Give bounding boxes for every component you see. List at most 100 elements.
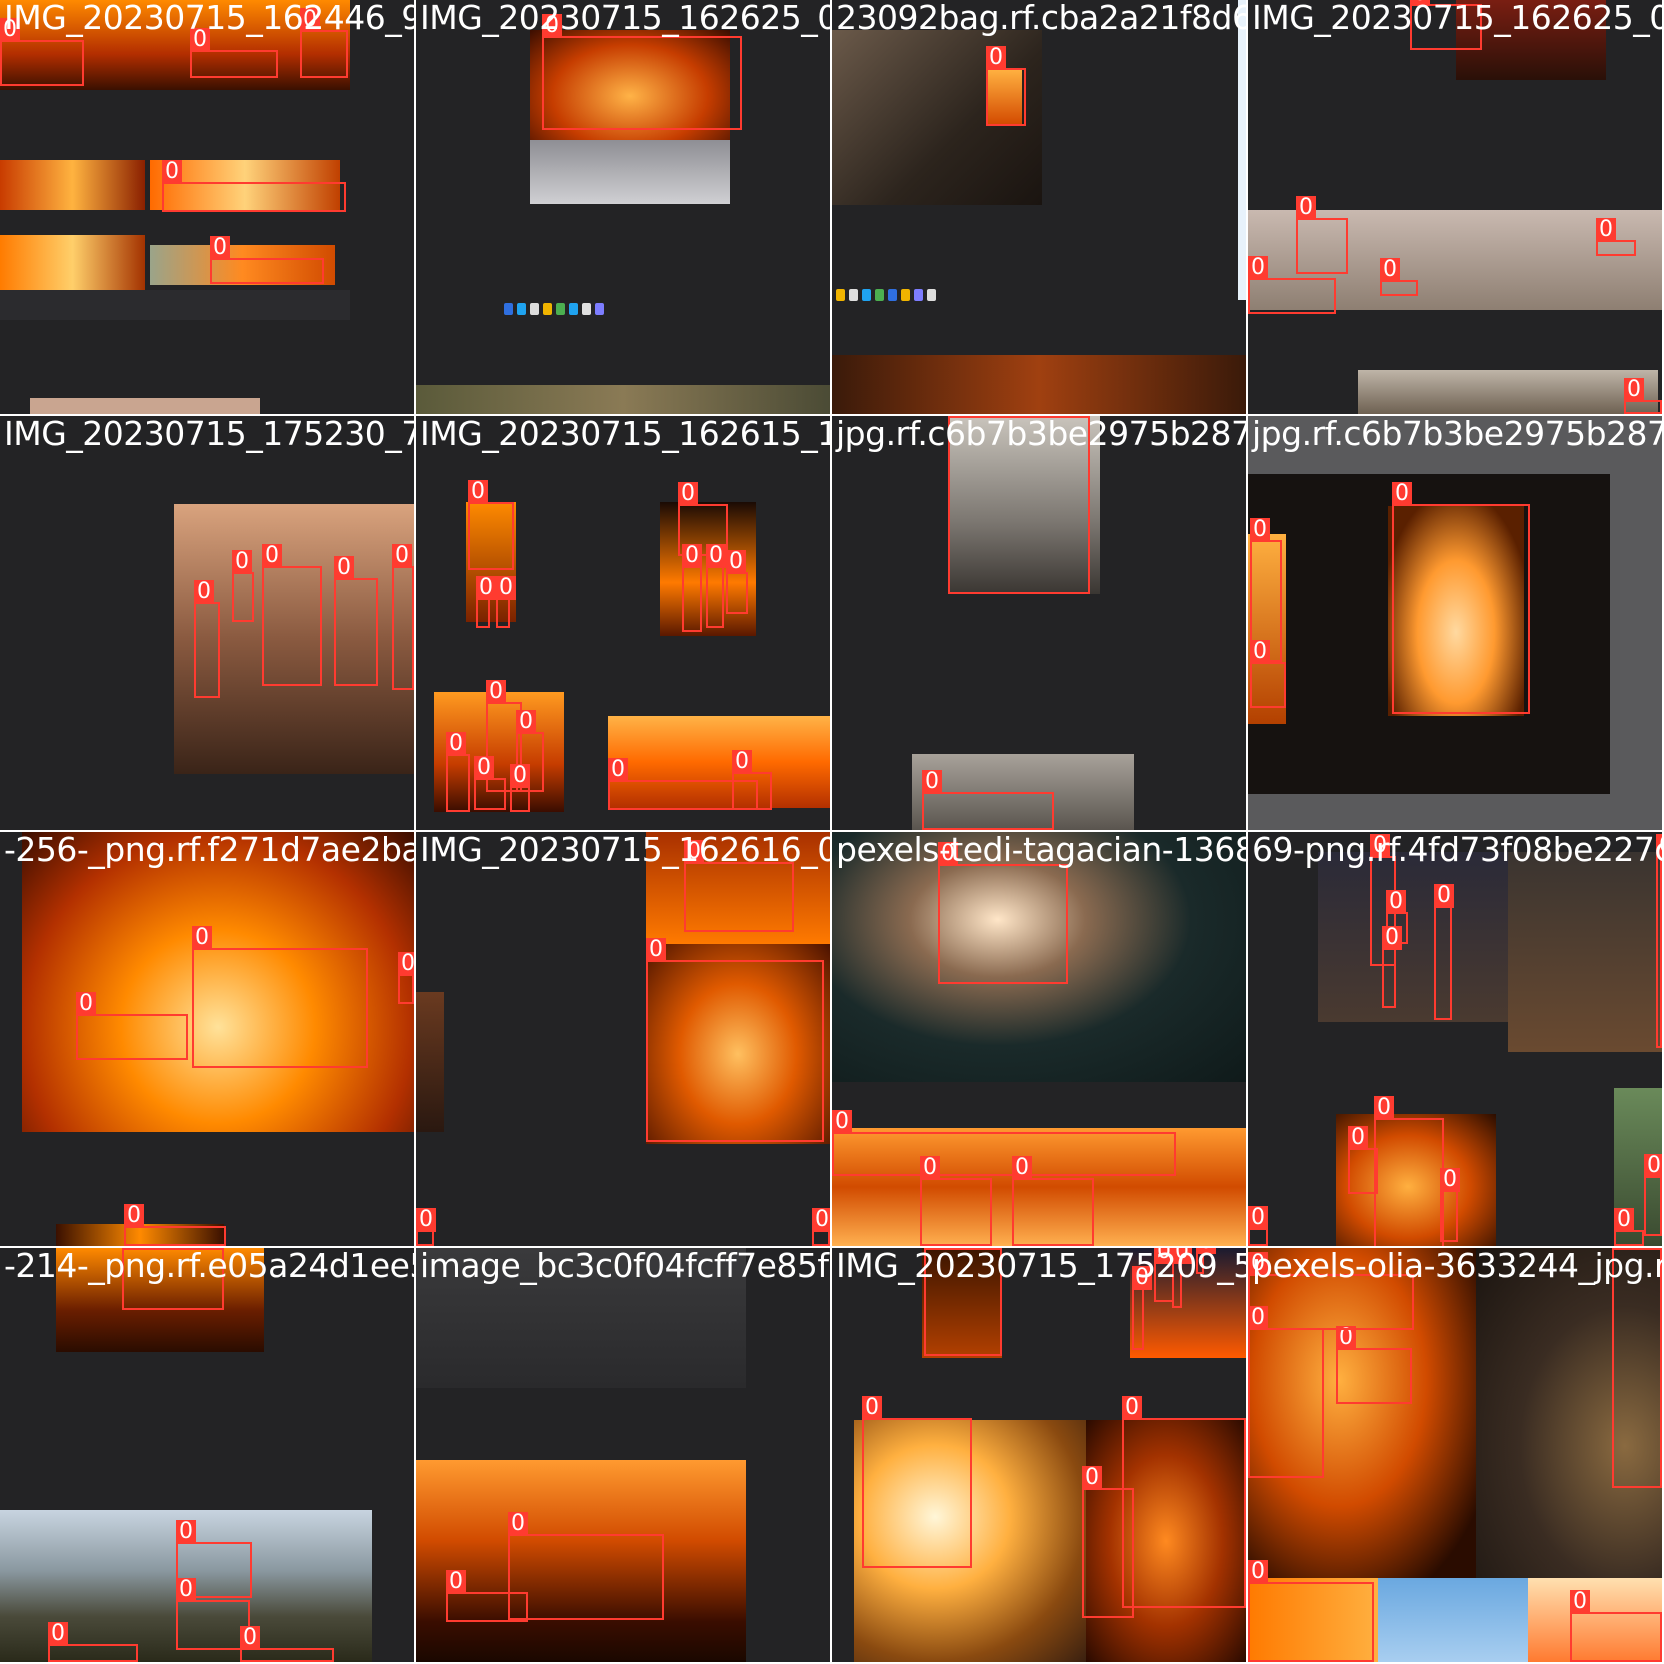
tile-10: 0 0 0 0 IMG_20230715_162616_0016_jpg xyxy=(416,832,830,1246)
bounding-box: 0 xyxy=(706,544,726,628)
bounding-box: 0 xyxy=(446,732,470,812)
tile-11: 0 0 0 0 pexels-tedi-tagacian-1368382 xyxy=(832,832,1246,1246)
bounding-box: 0 xyxy=(646,938,824,1142)
bounding-box: 0 xyxy=(1382,926,1402,1008)
bounding-box: 0 xyxy=(1374,1096,1444,1246)
bounding-box: 0 xyxy=(682,544,702,632)
tile-12: 0 0 0 0 0 0 0 0 0 0 0 69-png.rf.4fd73f08… xyxy=(1248,832,1662,1246)
bounding-box: 0 xyxy=(474,756,506,810)
tile-7: 0 0 jpg.rf.c6b7b3be2975b2873f3463190c4c6… xyxy=(832,416,1246,830)
bounding-box: 0 xyxy=(986,46,1026,126)
tile-title: -214-_png.rf.e05a24d1ee528082 xyxy=(4,1248,414,1285)
bounding-box: 0 xyxy=(726,550,748,614)
sky-photo xyxy=(1378,1578,1528,1662)
bounding-box: 0 xyxy=(812,1208,830,1246)
tile-title: IMG_20230715_175230_725 xyxy=(4,416,414,453)
bounding-box: 0 xyxy=(1644,1154,1662,1236)
bounding-box: 0 xyxy=(1440,1168,1460,1242)
bounding-box: 0 xyxy=(732,750,772,810)
bounding-box: 0 xyxy=(476,576,496,628)
landscape-photo xyxy=(416,385,830,414)
bounding-box: 0 xyxy=(862,1396,972,1568)
tile-14: 0 0 image_bc3c0f04fcff7e85fe xyxy=(416,1248,830,1662)
bounding-box: 0 xyxy=(468,480,514,570)
bounding-box: 0 xyxy=(938,842,1068,984)
bounding-box: 0 xyxy=(1122,1396,1246,1608)
bounding-box: 0 xyxy=(1624,378,1662,414)
bounding-box: 0 xyxy=(542,14,742,130)
bounding-box: 0 xyxy=(0,18,84,86)
bounding-box: 0 xyxy=(922,770,1054,830)
bounding-box: 0 xyxy=(1614,1208,1644,1246)
bounding-box: 0 xyxy=(1392,482,1530,714)
bounding-box: 0 xyxy=(176,1578,250,1650)
taskbar xyxy=(504,300,604,318)
bounding-box: 0 xyxy=(190,28,278,78)
tile-8: 0 0 0 jpg.rf.c6b7b3be2975b2873f3463190c4… xyxy=(1248,416,1662,830)
fire-photo xyxy=(0,160,145,210)
tile-title: -256-_png.rf.f271d7ae2ba7ba xyxy=(4,832,414,869)
bounding-box: 0 xyxy=(510,764,530,812)
bounding-box: 0 xyxy=(48,1622,138,1662)
bounding-box: 0 xyxy=(446,1570,528,1622)
tile-3: 0 23092bag.rf.cba2a21f8d62b9...4d86 xyxy=(832,0,1246,414)
bounding-box: 0 xyxy=(192,926,368,1068)
bounding-box: 0 xyxy=(1248,1206,1268,1246)
tile-13: 0 0 0 0 0 -214-_png.rf.e05a24d1ee528082 xyxy=(0,1248,414,1662)
taskbar xyxy=(836,286,936,304)
bounding-box: 0 xyxy=(124,1204,226,1246)
tile-title: 23092bag.rf.cba2a21f8d62b9...4d86 xyxy=(836,0,1246,37)
bounding-box: 0 xyxy=(240,1626,334,1662)
bounding-box: 0 xyxy=(1596,218,1636,256)
bounding-box: 0 xyxy=(496,576,516,628)
tile-title: IMG_20230715_162446_988 xyxy=(4,0,414,37)
bounding-box: 0 xyxy=(1082,1466,1134,1618)
tile-title: jpg.rf.c6b7b3be2975b2873f3463190c4c61463… xyxy=(836,416,1246,453)
bounding-box: 0 xyxy=(162,160,346,212)
fire-photo xyxy=(832,355,1246,414)
bounding-box: 0 xyxy=(1656,834,1662,1048)
bounding-box: 0 xyxy=(1434,884,1454,1020)
tile-6: 0 0 0 0 0 0 0 0 0 0 0 0 0 0 IMG_20230715… xyxy=(416,416,830,830)
tile-title: pexels-tedi-tagacian-1368382 xyxy=(836,832,1246,869)
bounding-box: 0 xyxy=(1380,258,1418,296)
bounding-box: 0 xyxy=(398,952,414,1004)
house-photo xyxy=(1318,852,1508,1022)
tile-title: IMG_20230715_162625_03 xyxy=(1252,0,1662,37)
tile-title: image_bc3c0f04fcff7e85fe xyxy=(420,1248,830,1285)
tile-15: 0 0 0 0 0 0 0 0 IMG_20230715_175209_5 xyxy=(832,1248,1246,1662)
tile-title: IMG_20230715_175209_5 xyxy=(836,1248,1246,1285)
tile-16: 0 0 0 0 0 0 pexels-olia-3633244_jpg.r xyxy=(1248,1248,1662,1662)
tile-title: IMG_20230715_162615_102 xyxy=(420,416,830,453)
bounding-box: 0 xyxy=(334,556,378,686)
fire-photo xyxy=(0,235,145,290)
bounding-box: 0 xyxy=(1336,1326,1412,1404)
bounding-box: 0 xyxy=(1296,196,1348,274)
phone-nav-bar xyxy=(0,290,350,320)
bounding-box: 0 xyxy=(76,992,188,1060)
snow-photo xyxy=(530,140,730,204)
tile-title: IMG_20230715_162625_0024_jpg.rf.9d2d...f… xyxy=(420,0,830,37)
bounding-box: 0 xyxy=(194,580,220,698)
tile-4: 0 0 0 0 0 0 IMG_20230715_162625_03 xyxy=(1248,0,1662,414)
bounding-box: 0 xyxy=(684,840,794,932)
fire-photo xyxy=(416,992,444,1132)
smoke-photo xyxy=(1358,370,1658,414)
bounding-box: 0 xyxy=(1248,256,1336,314)
bounding-box: 0 xyxy=(1248,1560,1374,1662)
bounding-box: 0 xyxy=(416,1208,436,1246)
bounding-box: 0 xyxy=(1248,1306,1324,1478)
tile-title: IMG_20230715_162616_0016_jpg xyxy=(420,832,830,869)
tile-9: 0 0 0 0 -256-_png.rf.f271d7ae2ba7ba xyxy=(0,832,414,1246)
tile-title: 69-png.rf.4fd73f08be227c xyxy=(1252,832,1662,869)
bounding-box: 0 xyxy=(920,1156,992,1246)
white-strip xyxy=(1238,0,1246,300)
tile-1: 0 0 0 0 0 IMG_20230715_162446_988 xyxy=(0,0,414,414)
tile-title: pexels-olia-3633244_jpg.r xyxy=(1252,1248,1662,1285)
bounding-box: 0 xyxy=(392,544,414,690)
tile-2: 0 IMG_20230715_162625_0024_jpg.rf.9d2d..… xyxy=(416,0,830,414)
bounding-box: 0 xyxy=(832,1110,1176,1176)
bounding-box: 0 xyxy=(508,1512,664,1620)
bounding-box: 0 xyxy=(1012,1156,1094,1246)
mosaic-grid: 0 0 0 0 0 IMG_20230715_162446_988 0 IMG_… xyxy=(0,0,1664,1664)
